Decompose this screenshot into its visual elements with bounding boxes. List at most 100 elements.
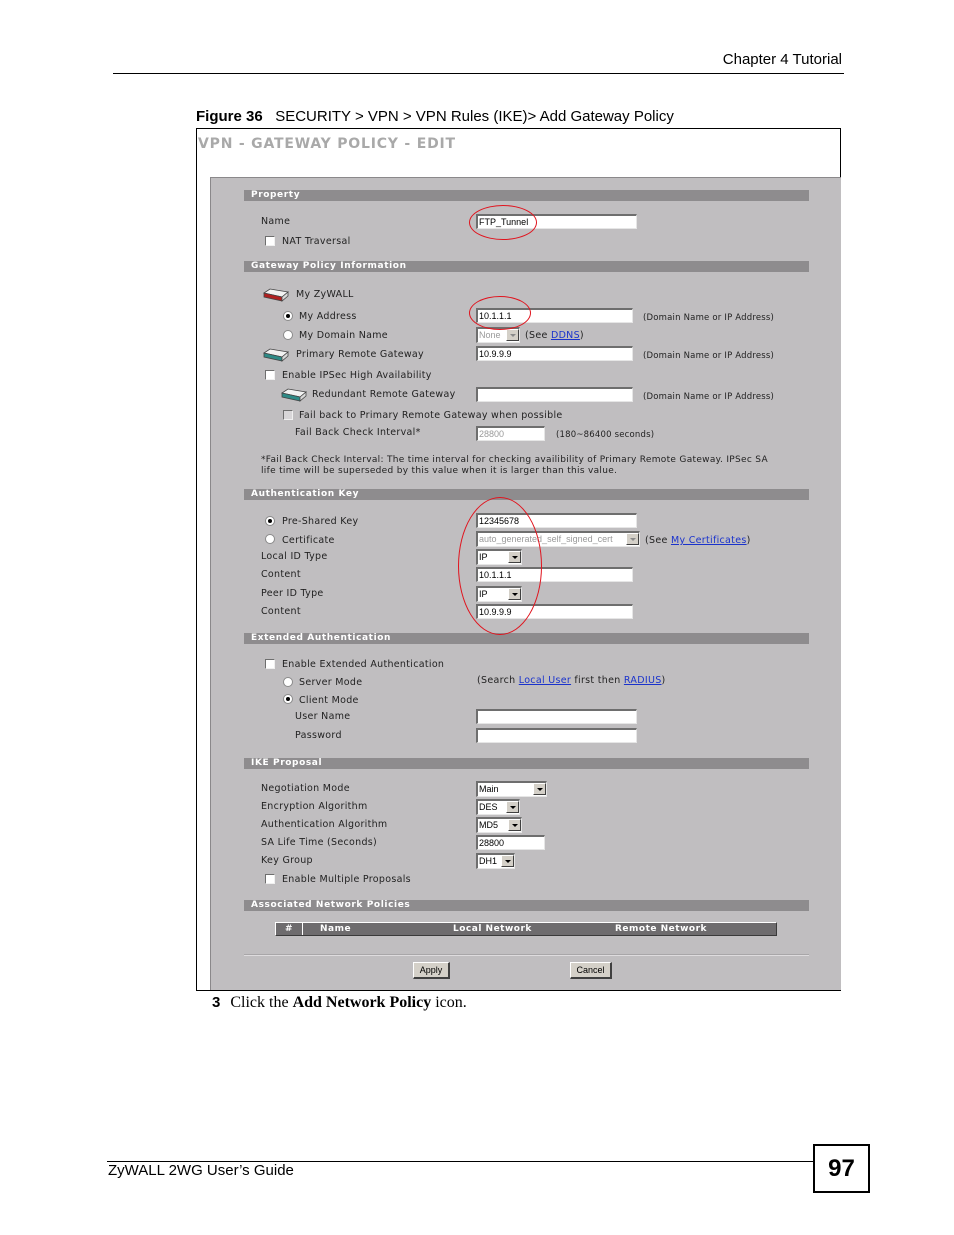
apply-button[interactable]: Apply <box>413 962 450 979</box>
pre-shared-key-label: Pre-Shared Key <box>282 516 359 527</box>
chevron-down-icon <box>508 588 521 600</box>
chevron-down-icon <box>508 819 521 831</box>
certificate-value: auto_generated_self_signed_cert <box>479 534 613 544</box>
negotiation-mode-label: Negotiation Mode <box>261 783 350 794</box>
my-domain-name-radio[interactable] <box>283 330 293 340</box>
server-mode-radio[interactable] <box>283 677 293 687</box>
header-rule <box>113 73 844 74</box>
fail-back-checkbox[interactable] <box>283 410 293 420</box>
negotiation-mode-select[interactable]: Main <box>476 781 547 797</box>
key-group-select[interactable]: DH1 <box>476 853 515 869</box>
name-input[interactable]: FTP_Tunnel <box>476 214 637 229</box>
step-text-suffix: icon. <box>431 994 467 1011</box>
page-title: VPN - GATEWAY POLICY - EDIT <box>198 136 456 152</box>
password-input[interactable] <box>476 728 637 743</box>
user-name-input[interactable] <box>476 709 637 724</box>
column-number: # <box>285 924 294 934</box>
redundant-gateway-icon <box>280 388 307 402</box>
footnote-line-2: life time will be superseded by this val… <box>261 466 618 476</box>
search-prefix: (Search <box>477 675 519 686</box>
encryption-algorithm-select[interactable]: DES <box>476 799 520 815</box>
step-text-bold: Add Network Policy <box>292 994 432 1011</box>
cancel-button[interactable]: Cancel <box>570 962 612 979</box>
password-label: Password <box>295 730 342 741</box>
column-divider <box>302 923 303 935</box>
enable-extended-auth-checkbox[interactable] <box>265 659 275 669</box>
footnote-line-1: *Fail Back Check Interval: The time inte… <box>261 455 768 465</box>
chevron-down-icon <box>626 533 639 545</box>
user-name-label: User Name <box>295 711 351 722</box>
my-domain-name-select[interactable]: None <box>476 327 520 343</box>
remote-gateway-icon <box>262 348 289 362</box>
local-id-type-select[interactable]: IP <box>476 549 522 565</box>
pre-shared-key-input[interactable]: 12345678 <box>476 513 637 528</box>
column-local-network: Local Network <box>453 924 532 934</box>
primary-remote-gateway-label: Primary Remote Gateway <box>296 349 424 360</box>
sa-life-time-input[interactable]: 28800 <box>476 835 545 850</box>
chevron-down-icon <box>506 329 519 341</box>
my-address-label: My Address <box>299 311 357 322</box>
fail-back-interval-input[interactable]: 28800 <box>476 426 545 441</box>
enable-ha-checkbox[interactable] <box>265 370 275 380</box>
my-zywall-label: My ZyWALL <box>296 289 354 300</box>
column-remote-network: Remote Network <box>615 924 707 934</box>
certificate-select[interactable]: auto_generated_self_signed_cert <box>476 531 640 547</box>
radius-link[interactable]: RADIUS <box>624 675 662 686</box>
section-ike-proposal: IKE Proposal <box>244 758 809 769</box>
enable-multiple-proposals-label: Enable Multiple Proposals <box>282 874 411 885</box>
network-policies-table-header: # Name Local Network Remote Network <box>275 922 777 936</box>
server-mode-label: Server Mode <box>299 677 363 688</box>
authentication-algorithm-select[interactable]: MD5 <box>476 817 522 833</box>
step-number: 3 <box>212 994 221 1011</box>
enable-multiple-proposals-checkbox[interactable] <box>265 874 275 884</box>
my-domain-name-value: None <box>479 330 501 340</box>
local-content-label: Content <box>261 569 301 580</box>
button-separator <box>244 954 809 956</box>
key-group-value: DH1 <box>479 856 498 866</box>
see-prefix: (See <box>645 535 671 546</box>
enable-extended-auth-label: Enable Extended Authentication <box>282 659 445 670</box>
zywall-device-icon <box>262 288 289 302</box>
step-text-prefix: Click the <box>230 994 293 1011</box>
my-address-radio[interactable] <box>283 311 293 321</box>
section-gateway-policy: Gateway Policy Information <box>244 261 809 272</box>
guide-title: ZyWALL 2WG User’s Guide <box>108 1162 294 1179</box>
peer-id-type-select[interactable]: IP <box>476 586 522 602</box>
my-domain-name-label: My Domain Name <box>299 330 388 341</box>
peer-id-type-label: Peer ID Type <box>261 588 324 599</box>
step-instruction: 3 Click the Add Network Policy icon. <box>212 994 467 1012</box>
primary-remote-gateway-input[interactable]: 10.9.9.9 <box>476 346 633 361</box>
page-number: 97 <box>813 1144 870 1193</box>
local-content-input[interactable]: 10.1.1.1 <box>476 567 633 582</box>
certificate-radio[interactable] <box>265 534 275 544</box>
my-address-input[interactable]: 10.1.1.1 <box>476 308 633 323</box>
redundant-remote-gateway-label: Redundant Remote Gateway <box>312 389 456 400</box>
peer-id-type-value: IP <box>479 589 488 599</box>
ddns-link[interactable]: DDNS <box>551 330 580 341</box>
authentication-algorithm-label: Authentication Algorithm <box>261 819 388 830</box>
see-prefix: (See <box>525 330 551 341</box>
chevron-down-icon <box>506 801 519 813</box>
see-suffix: ) <box>579 330 584 341</box>
see-ddns-text: (See DDNS) <box>525 330 584 341</box>
sa-life-time-label: SA Life Time (Seconds) <box>261 837 378 848</box>
section-associated-network-policies: Associated Network Policies <box>244 900 809 911</box>
figure-caption: Figure 36 SECURITY > VPN > VPN Rules (IK… <box>196 108 674 125</box>
redundant-remote-gateway-input[interactable] <box>476 387 633 402</box>
client-mode-radio[interactable] <box>283 694 293 704</box>
peer-content-input[interactable]: 10.9.9.9 <box>476 604 633 619</box>
encryption-algorithm-value: DES <box>479 802 498 812</box>
figure-label: Figure 36 <box>196 108 263 125</box>
section-extended-authentication: Extended Authentication <box>244 633 809 644</box>
local-id-type-value: IP <box>479 552 488 562</box>
nat-traversal-checkbox[interactable] <box>265 236 275 246</box>
my-certificates-link[interactable]: My Certificates <box>671 535 747 546</box>
see-certificates-text: (See My Certificates) <box>645 535 751 546</box>
pre-shared-key-radio[interactable] <box>265 516 275 526</box>
encryption-algorithm-label: Encryption Algorithm <box>261 801 368 812</box>
redundant-remote-gateway-hint: (Domain Name or IP Address) <box>643 392 775 402</box>
local-user-link[interactable]: Local User <box>519 675 571 686</box>
fail-back-label: Fail back to Primary Remote Gateway when… <box>299 410 563 421</box>
figure-caption-text: SECURITY > VPN > VPN Rules (IKE)> Add Ga… <box>275 108 674 125</box>
key-group-label: Key Group <box>261 855 313 866</box>
